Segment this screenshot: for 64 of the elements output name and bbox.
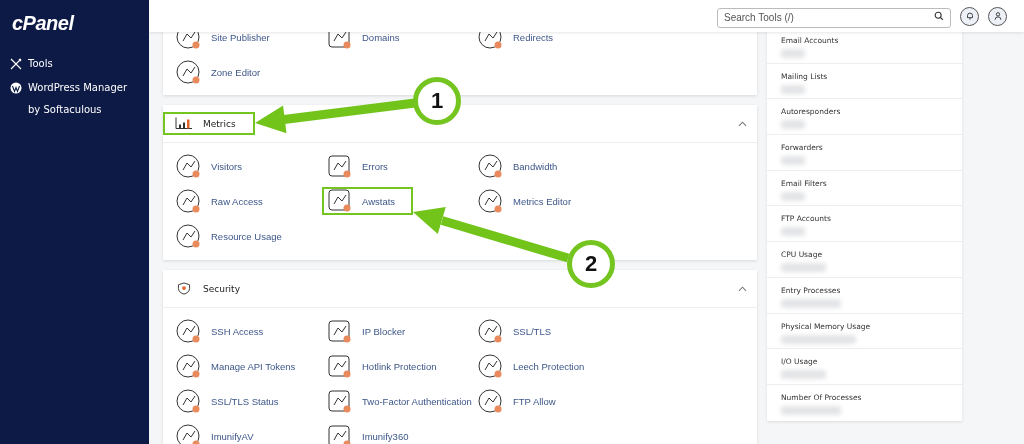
tool-link[interactable]: Bandwidth [473,149,562,184]
blurred-value [781,120,805,130]
user-button[interactable] [988,6,1007,26]
tool-icon [175,58,203,87]
tool-link[interactable]: Manage API Tokens [171,349,300,384]
tool-icon [175,222,203,251]
tool-icon [477,317,505,346]
blurred-value [781,156,805,166]
tool-link[interactable]: SSL/TLS Status [171,384,283,419]
tool-link[interactable]: Errors [322,149,392,184]
tool-icon [477,32,505,52]
tool-link[interactable]: Redirects [473,32,558,55]
blurred-value [781,191,805,201]
tool-link[interactable]: Site Publisher [171,32,274,55]
tool-icon [175,32,203,52]
search-field[interactable]: Search Tools (/) [717,7,951,28]
blurred-value [781,263,826,273]
logo[interactable]: cPanel [12,12,139,35]
chevron-icon[interactable] [738,120,747,127]
tool-link[interactable]: ImunifyAV [171,419,258,444]
tool-link[interactable]: Metrics Editor [473,184,576,219]
tool-link[interactable]: SSH Access [171,314,268,349]
notifications-button[interactable] [960,6,979,26]
blurred-value [781,298,841,308]
wordpress-icon [10,82,22,94]
tool-icon [175,187,203,216]
tool-link[interactable]: Resource Usage [171,219,286,254]
tool-link[interactable]: Imunify360 [322,419,413,444]
tool-icon [477,387,505,416]
shield-icon [175,282,193,295]
tool-link[interactable]: Leech Protection [473,349,589,384]
tool-link[interactable]: Awstats [322,187,414,215]
tool-link[interactable]: Visitors [171,149,246,184]
section-title[interactable]: Metrics [163,112,255,135]
tool-link[interactable]: Two-Factor Authentication [322,384,476,419]
tool-icon [175,352,203,381]
sidebar-item[interactable]: WordPress Manager by Softaculous [10,77,139,121]
tool-link[interactable]: Hotlink Protection [322,349,441,384]
section-title[interactable]: Security [163,277,252,300]
tool-link[interactable]: FTP Allow [473,384,560,419]
blurred-value [781,227,805,237]
tool-link[interactable]: SSL/TLS [473,314,556,349]
tool-icon [175,387,203,416]
tool-icon [175,317,203,346]
tool-link[interactable]: IP Blocker [322,314,410,349]
tool-icon [175,152,203,181]
bar-chart-icon [175,117,193,130]
tool-link[interactable]: Raw Access [171,184,267,219]
tool-icon [175,422,203,444]
tool-icon [477,187,505,216]
tool-icon [477,152,505,181]
blurred-value [781,49,805,58]
sidebar-item[interactable]: Tools [10,53,139,75]
chevron-icon[interactable] [738,285,747,292]
search-icon [934,11,944,21]
blurred-value [781,370,826,380]
blurred-value [781,405,841,415]
tools-icon [10,58,22,70]
tool-link[interactable]: Domains [322,32,404,55]
tool-icon [477,352,505,381]
tool-link[interactable]: Zone Editor [171,55,265,90]
user-icon [992,11,1003,21]
blurred-value [781,84,805,94]
bell-icon [964,11,975,21]
